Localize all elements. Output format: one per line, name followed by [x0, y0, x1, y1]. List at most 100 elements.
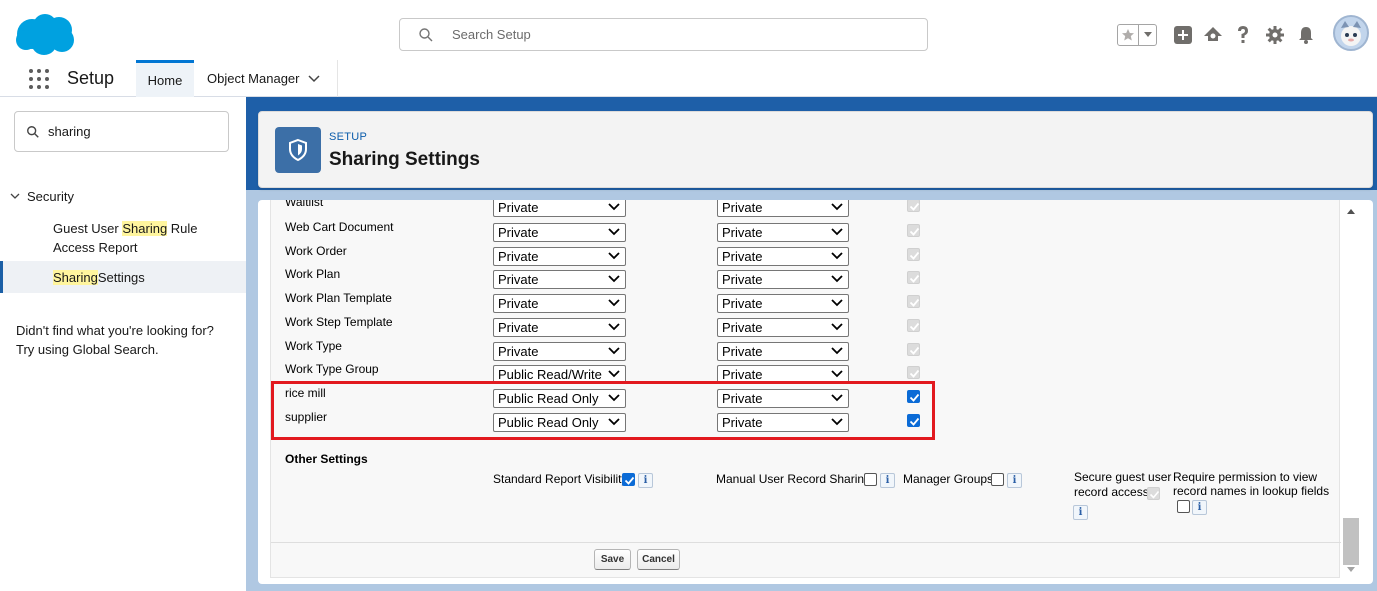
quick-find-box[interactable] — [14, 111, 229, 152]
chevron-down-icon — [831, 299, 843, 307]
object-name: Work Type — [285, 339, 342, 353]
select-value: Private — [498, 344, 539, 359]
sharing-settings-content: Waitlist Private Private Web Cart Document P… — [258, 200, 1373, 584]
quick-find-input[interactable] — [46, 123, 216, 140]
global-search-input[interactable] — [450, 26, 890, 43]
default-internal-access-select[interactable]: Private — [493, 270, 626, 289]
cancel-button[interactable]: Cancel — [637, 549, 680, 570]
scrollbar-thumb[interactable] — [1343, 518, 1359, 565]
grant-access-hierarchy-checkbox — [907, 295, 920, 308]
grant-access-hierarchy-checkbox — [907, 248, 920, 261]
chevron-down-icon[interactable] — [307, 74, 320, 83]
default-external-access-select[interactable]: Private — [717, 247, 849, 266]
app-name: Setup — [67, 68, 115, 88]
help-icon[interactable] — [1232, 24, 1254, 46]
default-internal-access-select[interactable]: Private — [493, 247, 626, 266]
trailhead-icon[interactable] — [1202, 24, 1224, 46]
sidebar-item-guest-user-sharing-report[interactable]: Guest User Sharing Rule Access Report — [53, 219, 238, 257]
info-icon[interactable]: i — [1192, 500, 1207, 515]
info-icon[interactable]: i — [880, 473, 895, 488]
default-external-access-select[interactable]: Private — [717, 413, 849, 432]
select-value: Private — [498, 200, 539, 215]
default-internal-access-select[interactable]: Private — [493, 200, 626, 217]
grant-access-hierarchy-checkbox — [907, 200, 920, 212]
default-external-access-select[interactable]: Private — [717, 389, 849, 408]
scroll-up-icon[interactable] — [1346, 208, 1356, 215]
chevron-down-icon — [831, 323, 843, 331]
select-value: Private — [498, 320, 539, 335]
table-row: Work Order Private Private — [271, 244, 1341, 271]
sidebar-item-sharing-settings[interactable]: Sharing Settings — [0, 261, 246, 293]
default-internal-access-select[interactable]: Public Read/Write — [493, 365, 626, 384]
require-permission-label-line2: record names in lookup fields — [1173, 484, 1330, 498]
require-permission-checkbox[interactable] — [1177, 500, 1190, 513]
info-icon[interactable]: i — [638, 473, 653, 488]
default-internal-access-select[interactable]: Public Read Only — [493, 413, 626, 432]
default-internal-access-select[interactable]: Public Read Only — [493, 389, 626, 408]
button-bar: Save Cancel — [271, 542, 1341, 578]
tab-home[interactable]: Home — [136, 60, 194, 97]
add-icon[interactable] — [1172, 24, 1194, 46]
grant-access-hierarchy-checkbox — [907, 271, 920, 284]
tab-object-manager[interactable]: Object Manager — [195, 60, 338, 97]
chevron-down-icon — [608, 370, 620, 378]
app-launcher-icon[interactable] — [28, 68, 50, 90]
default-internal-access-select[interactable]: Private — [493, 318, 626, 337]
sidebar-item-text: Settings — [97, 269, 145, 285]
manual-user-record-sharing-checkbox[interactable] — [864, 473, 877, 486]
standard-report-visibility-checkbox[interactable] — [622, 473, 635, 486]
default-external-access-select[interactable]: Private — [717, 294, 849, 313]
global-header — [0, 0, 1377, 60]
manual-user-record-sharing-label: Manual User Record Sharing — [716, 472, 871, 486]
manager-groups-checkbox[interactable] — [991, 473, 1004, 486]
select-value: Public Read Only — [498, 391, 599, 406]
favorites-group[interactable] — [1117, 24, 1157, 46]
table-row: Web Cart Document Private Private — [271, 220, 1341, 247]
vertical-scrollbar[interactable] — [1341, 200, 1361, 584]
chevron-down-icon — [608, 323, 620, 331]
select-value: Private — [722, 320, 763, 335]
secure-guest-access-label-line2: record access — [1074, 485, 1149, 499]
default-internal-access-select[interactable]: Private — [493, 342, 626, 361]
chevron-down-icon[interactable] — [1139, 25, 1156, 45]
select-value: Private — [722, 296, 763, 311]
chevron-down-icon — [608, 275, 620, 283]
global-search-box[interactable] — [399, 18, 928, 51]
page-eyebrow: SETUP — [329, 131, 368, 143]
chevron-down-icon — [608, 252, 620, 260]
search-highlight: Sharing — [53, 269, 98, 285]
default-external-access-select[interactable]: Private — [717, 200, 849, 217]
bell-icon[interactable] — [1295, 24, 1317, 46]
other-settings-title: Other Settings — [285, 452, 368, 466]
salesforce-logo[interactable] — [14, 12, 76, 56]
global-search-hint[interactable]: Try using Global Search. — [16, 340, 214, 359]
default-external-access-select[interactable]: Private — [717, 365, 849, 384]
object-name: Work Plan — [285, 267, 341, 281]
select-value: Private — [722, 200, 763, 215]
grant-access-hierarchy-checkbox[interactable] — [907, 390, 920, 403]
save-button[interactable]: Save — [594, 549, 631, 570]
grant-access-hierarchy-checkbox[interactable] — [907, 414, 920, 427]
chevron-down-icon — [831, 252, 843, 260]
user-avatar[interactable] — [1333, 15, 1369, 51]
tree-section-security[interactable]: Security — [10, 189, 74, 204]
search-icon — [418, 27, 434, 43]
default-internal-access-select[interactable]: Private — [493, 223, 626, 242]
info-icon[interactable]: i — [1007, 473, 1022, 488]
chevron-down-icon — [608, 418, 620, 426]
table-row: Work Step Template Private Private — [271, 315, 1341, 342]
chevron-down-icon — [608, 228, 620, 236]
gear-icon[interactable] — [1264, 24, 1286, 46]
chevron-down-icon[interactable] — [10, 193, 20, 200]
default-internal-access-select[interactable]: Private — [493, 294, 626, 313]
info-icon[interactable]: i — [1073, 505, 1088, 520]
default-external-access-select[interactable]: Private — [717, 223, 849, 242]
star-icon[interactable] — [1118, 25, 1139, 45]
default-external-access-select[interactable]: Private — [717, 342, 849, 361]
require-permission-label-line1: Require permission to view — [1173, 470, 1318, 484]
tree-section-label: Security — [27, 189, 74, 204]
scroll-down-icon[interactable] — [1346, 566, 1356, 573]
default-external-access-select[interactable]: Private — [717, 318, 849, 337]
select-value: Public Read Only — [498, 415, 599, 430]
default-external-access-select[interactable]: Private — [717, 270, 849, 289]
